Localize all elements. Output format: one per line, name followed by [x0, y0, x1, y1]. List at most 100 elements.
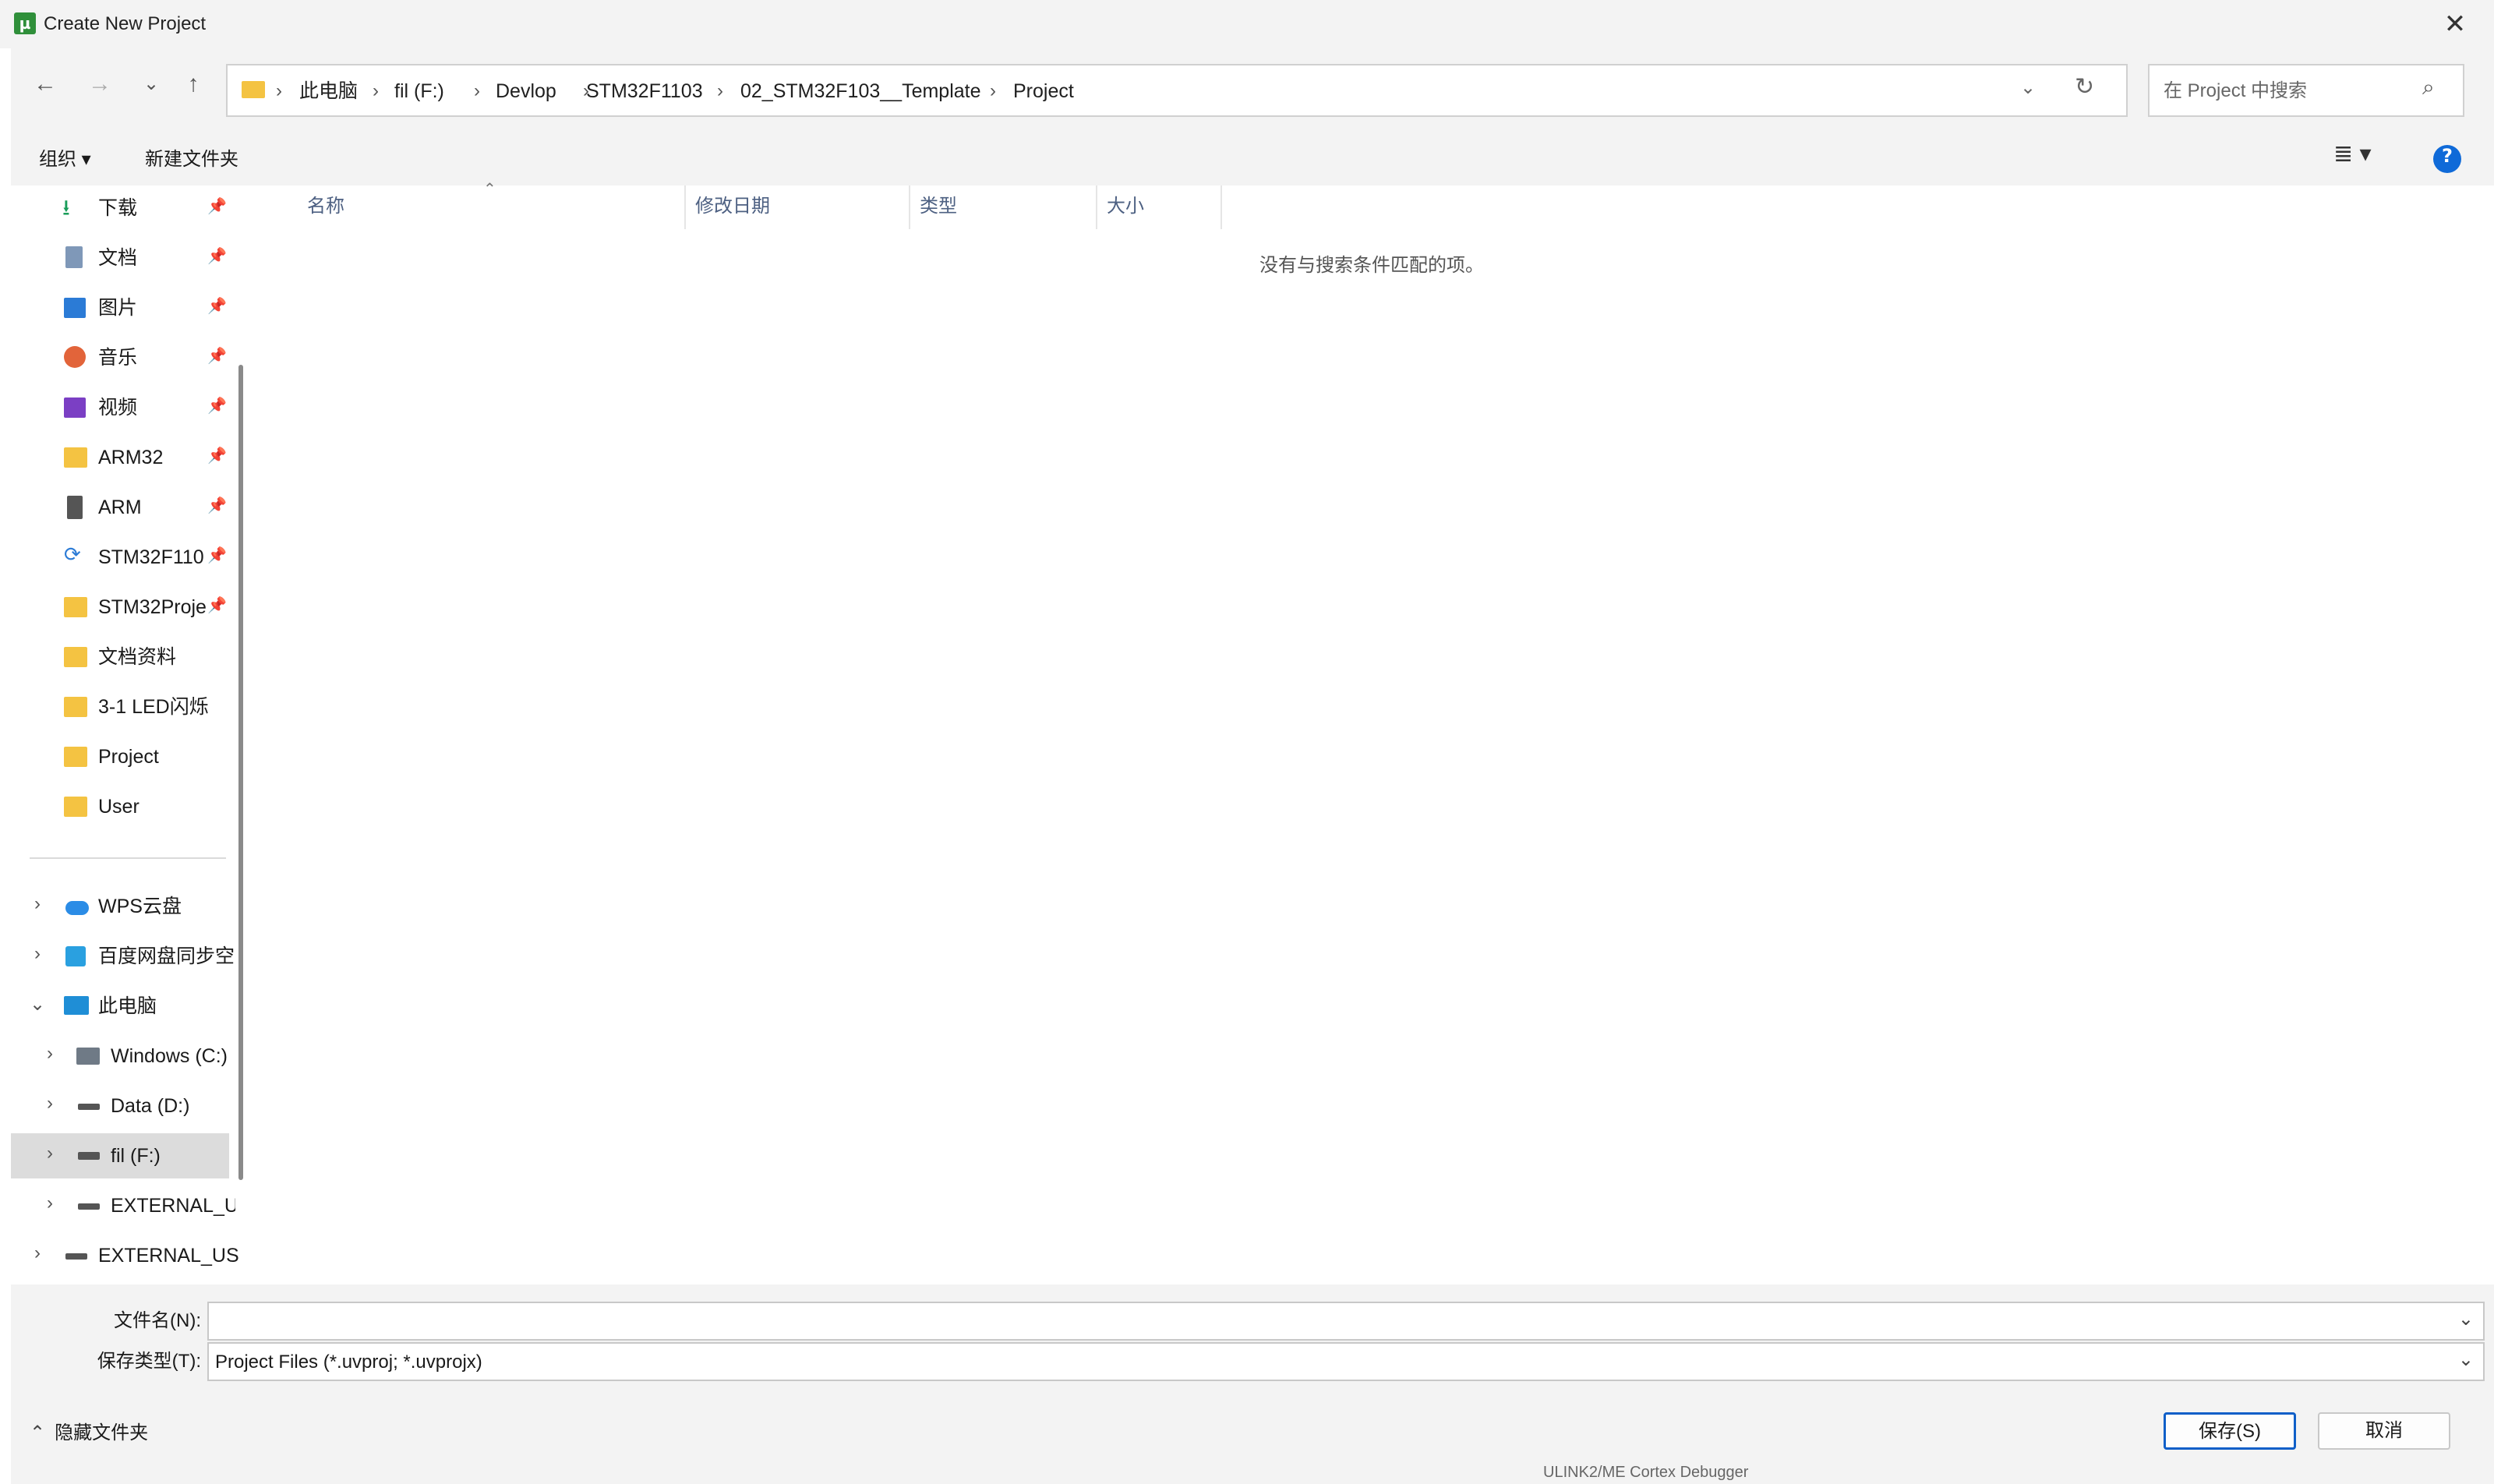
- close-button[interactable]: ✕: [2424, 5, 2486, 44]
- sidebar-item-arm[interactable]: ARM 📌: [11, 485, 242, 530]
- view-options-button[interactable]: ≣ ▾: [2333, 140, 2372, 168]
- chevron-right-icon[interactable]: ›: [28, 943, 47, 965]
- folder-icon: [64, 597, 87, 617]
- sidebar-item-drive-f[interactable]: › fil (F:): [11, 1133, 229, 1178]
- drive-icon: [76, 1048, 100, 1065]
- chevron-down-icon[interactable]: ⌄: [28, 993, 47, 1016]
- sidebar-item-label: 文档: [98, 247, 138, 269]
- up-button[interactable]: ↑: [173, 64, 214, 104]
- save-button[interactable]: 保存(S): [2164, 1412, 2296, 1450]
- pin-icon: 📌: [207, 497, 227, 514]
- breadcrumb-this-pc[interactable]: 此电脑: [299, 78, 358, 104]
- column-divider[interactable]: [684, 186, 686, 229]
- breadcrumb-project[interactable]: Project: [1013, 78, 1074, 104]
- column-header-size[interactable]: 大小: [1107, 193, 1144, 220]
- column-divider[interactable]: [1221, 186, 1222, 229]
- filetype-label: 保存类型(T):: [97, 1351, 201, 1372]
- download-icon: ⭳: [62, 196, 70, 220]
- breadcrumb-template[interactable]: 02_STM32F103__Template: [740, 78, 981, 104]
- column-header-type[interactable]: 类型: [920, 193, 957, 220]
- chevron-right-icon[interactable]: ›: [41, 1093, 59, 1115]
- chevron-down-icon[interactable]: ⌄: [2458, 1348, 2474, 1371]
- filename-combobox[interactable]: ⌄: [207, 1302, 2485, 1341]
- sidebar-item-label: EXTERNAL_USI: [98, 1245, 238, 1267]
- sync-icon: ⟳: [64, 542, 81, 566]
- filename-input[interactable]: [214, 1308, 2438, 1336]
- sidebar-item-arm32[interactable]: ARM32 📌: [11, 435, 242, 480]
- chevron-right-icon[interactable]: ›: [28, 1242, 47, 1264]
- sidebar-item-label: ARM: [98, 496, 142, 518]
- computer-icon: [64, 996, 89, 1015]
- filetype-select[interactable]: Project Files (*.uvproj; *.uvprojx) ⌄: [207, 1342, 2485, 1381]
- sidebar-item-videos[interactable]: 视频 📌: [11, 385, 242, 430]
- search-icon[interactable]: ⌕: [2422, 75, 2435, 101]
- sidebar-item-external-u[interactable]: › EXTERNAL_U: [11, 1183, 242, 1228]
- chevron-down-icon[interactable]: ⌄: [2020, 76, 2036, 99]
- forward-button[interactable]: →: [79, 64, 120, 104]
- file-list-scrollbar[interactable]: [2474, 193, 2485, 1263]
- sidebar-item-led-blink[interactable]: 3-1 LED闪烁: [11, 684, 242, 730]
- background-status-text: ULINK2/ME Cortex Debugger: [1543, 1464, 1749, 1481]
- column-header-name[interactable]: 名称: [307, 193, 344, 220]
- organize-menu[interactable]: 组织 ▾: [39, 147, 91, 173]
- chevron-right-icon[interactable]: ›: [41, 1192, 59, 1214]
- search-box[interactable]: ⌕: [2148, 64, 2464, 117]
- hide-folders-toggle[interactable]: ⌃ 隐藏文件夹: [30, 1420, 148, 1447]
- empty-message: 没有与搜索条件匹配的项。: [1259, 255, 1484, 276]
- sidebar-item-project[interactable]: Project: [11, 734, 242, 779]
- recent-locations-button[interactable]: ⌄: [131, 64, 171, 104]
- sidebar-item-label: Windows (C:): [111, 1045, 228, 1067]
- sidebar-item-label: 百度网盘同步空: [98, 945, 235, 967]
- breadcrumb-stm32f1103[interactable]: STM32F1103: [586, 78, 703, 104]
- breadcrumb-drive-f[interactable]: fil (F:): [394, 78, 444, 104]
- sidebar-item-docs-material[interactable]: 文档资料: [11, 634, 242, 680]
- sidebar-item-external-usi[interactable]: › EXTERNAL_USI: [11, 1233, 242, 1278]
- sidebar-item-baidu-sync[interactable]: › 百度网盘同步空: [11, 934, 242, 979]
- folder-icon: [242, 81, 265, 98]
- sidebar-item-label: 文档资料: [98, 646, 177, 668]
- chevron-right-icon[interactable]: ›: [28, 893, 47, 915]
- back-button[interactable]: ←: [25, 64, 65, 104]
- column-divider[interactable]: [1096, 186, 1097, 229]
- help-icon[interactable]: ?: [2433, 145, 2461, 173]
- refresh-icon[interactable]: ↻: [2075, 73, 2094, 101]
- column-header-date-modified[interactable]: 修改日期: [695, 193, 770, 220]
- sidebar-item-downloads[interactable]: ⭳ 下载 📌: [11, 186, 242, 231]
- folder-icon: [64, 447, 87, 468]
- sidebar-item-documents[interactable]: 文档 📌: [11, 235, 242, 281]
- sidebar-item-pictures[interactable]: 图片 📌: [11, 285, 242, 330]
- search-input[interactable]: [2162, 76, 2415, 106]
- sidebar-item-this-pc[interactable]: ⌄ 此电脑: [11, 984, 242, 1029]
- pin-icon: 📌: [207, 398, 227, 415]
- sidebar-item-label: 图片: [98, 297, 138, 319]
- drive-icon: [78, 1104, 100, 1110]
- divider: [30, 857, 226, 859]
- pin-icon: 📌: [207, 547, 227, 564]
- chevron-right-icon[interactable]: ›: [41, 1143, 59, 1164]
- navigation-pane-scrollbar[interactable]: [238, 365, 243, 1180]
- sidebar-item-music[interactable]: 音乐 📌: [11, 335, 242, 380]
- sidebar-item-user[interactable]: User: [11, 784, 242, 829]
- sidebar-item-stm32proje[interactable]: STM32Proje 📌: [11, 585, 242, 630]
- sidebar-item-stm32f110[interactable]: ⟳ STM32F110 📌: [11, 535, 242, 580]
- navigation-pane: ⭳ 下载 📌 文档 📌 图片 📌 音乐 📌 视频 📌 ARM32 📌 ARM 📌…: [11, 186, 254, 1284]
- column-divider[interactable]: [909, 186, 910, 229]
- breadcrumb-separator: ›: [373, 80, 379, 101]
- sidebar-item-label: Data (D:): [111, 1095, 190, 1117]
- chevron-down-icon[interactable]: ⌄: [2458, 1308, 2474, 1330]
- cancel-button[interactable]: 取消: [2318, 1412, 2450, 1450]
- videos-icon: [64, 398, 86, 418]
- breadcrumb-devlop[interactable]: Devlop: [496, 78, 556, 104]
- chevron-right-icon[interactable]: ›: [41, 1043, 59, 1065]
- sidebar-item-label: 3-1 LED闪烁: [98, 696, 209, 718]
- file-list: ⌃ 名称 修改日期 类型 大小 没有与搜索条件匹配的项。: [254, 181, 2485, 1284]
- pictures-icon: [64, 298, 86, 318]
- command-bar: 组织 ▾ 新建文件夹 ≣ ▾ ?: [11, 134, 2494, 186]
- sidebar-item-drive-d[interactable]: › Data (D:): [11, 1083, 242, 1129]
- filename-label: 文件名(N):: [114, 1310, 201, 1331]
- sidebar-item-label: WPS云盘: [98, 896, 182, 917]
- sidebar-item-drive-c[interactable]: › Windows (C:): [11, 1034, 242, 1079]
- new-folder-button[interactable]: 新建文件夹: [145, 147, 238, 173]
- address-bar[interactable]: › 此电脑 › fil (F:) › Devlop › STM32F1103 ›…: [226, 64, 2128, 117]
- sidebar-item-wps-cloud[interactable]: › WPS云盘: [11, 884, 242, 929]
